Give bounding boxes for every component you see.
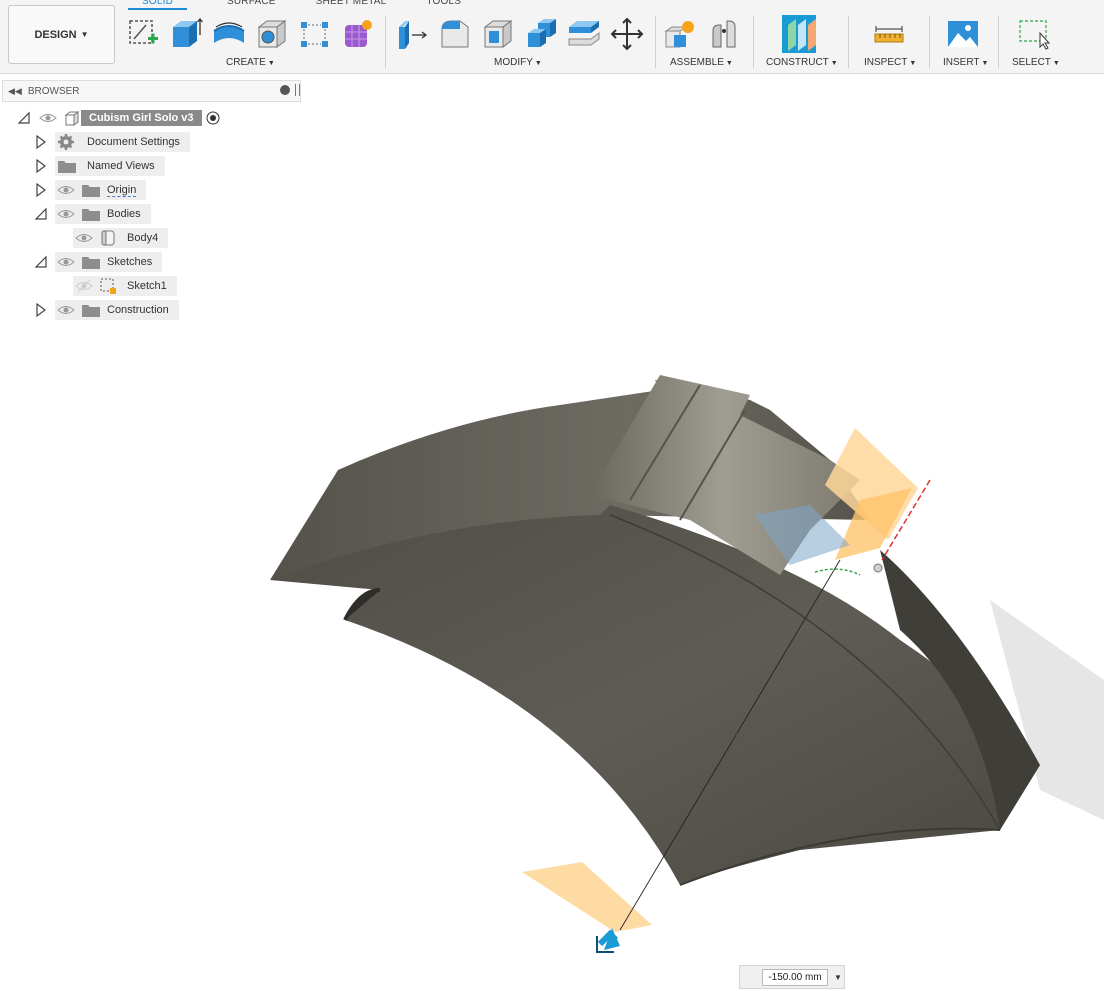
chevron-down-icon[interactable]: ▼	[834, 973, 842, 982]
dimension-input-box[interactable]: -150.00 mm ▼	[739, 965, 845, 989]
rotation-arc	[814, 568, 861, 576]
body-front-face[interactable]	[270, 505, 1040, 885]
construction-plane-preview[interactable]	[522, 862, 652, 932]
dimension-input[interactable]: -150.00 mm	[762, 968, 828, 986]
model-viewport[interactable]	[0, 0, 1104, 991]
dimension-label: 150.00	[705, 728, 745, 743]
manipulator-handle[interactable]	[873, 563, 883, 573]
